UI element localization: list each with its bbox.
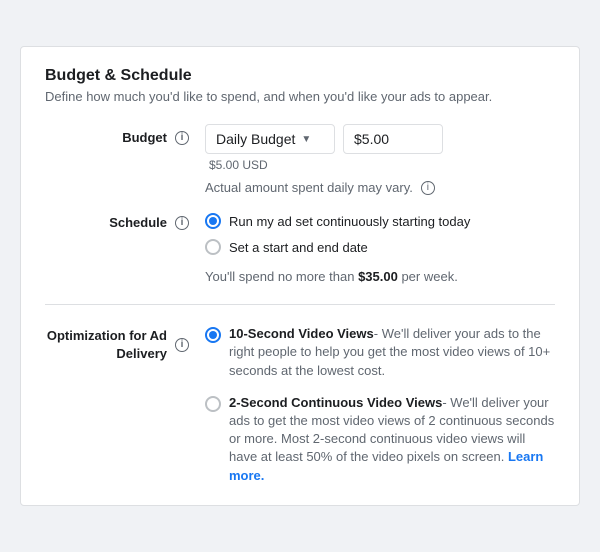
amount-note-text: Actual amount spent daily may vary.	[205, 180, 413, 195]
schedule-radio-group: Run my ad set continuously starting toda…	[205, 213, 555, 255]
weekly-amount: $35.00	[358, 269, 398, 284]
schedule-label: Schedule i	[45, 209, 205, 230]
amount-note: Actual amount spent daily may vary. i	[205, 180, 555, 195]
opt-title-10sec: 10-Second Video Views	[229, 326, 374, 341]
opt-text-10sec: 10-Second Video Views- We'll deliver you…	[229, 325, 555, 380]
opt-radio-10sec[interactable]	[205, 327, 221, 343]
optimization-options: 10-Second Video Views- We'll deliver you…	[205, 325, 555, 485]
opt-title-2sec: 2-Second Continuous Video Views	[229, 395, 442, 410]
optimization-info-icon[interactable]: i	[175, 338, 189, 352]
section-divider	[45, 304, 555, 305]
budget-inputs: Daily Budget ▼	[205, 124, 555, 154]
schedule-option-continuous-label: Run my ad set continuously starting toda…	[229, 214, 470, 229]
budget-schedule-card: Budget & Schedule Define how much you'd …	[20, 46, 580, 506]
budget-amount-input[interactable]	[343, 124, 443, 154]
schedule-radio-start-end[interactable]	[205, 239, 221, 255]
optimization-row: Optimization for Ad Delivery i 10-Second…	[45, 325, 555, 485]
schedule-option-start-end-label: Set a start and end date	[229, 240, 368, 255]
schedule-option-start-end[interactable]: Set a start and end date	[205, 239, 555, 255]
weekly-spend-note: You'll spend no more than $35.00 per wee…	[205, 269, 555, 284]
weekly-prefix: You'll spend no more than	[205, 269, 358, 284]
opt-radio-2sec[interactable]	[205, 396, 221, 412]
budget-currency-note: $5.00 USD	[205, 158, 555, 172]
schedule-info-icon[interactable]: i	[175, 216, 189, 230]
amount-note-info-icon[interactable]: i	[421, 181, 435, 195]
optimization-label: Optimization for Ad Delivery i	[45, 325, 205, 363]
budget-info-icon[interactable]: i	[175, 131, 189, 145]
budget-dropdown-value: Daily Budget	[216, 131, 295, 147]
schedule-radio-continuous[interactable]	[205, 213, 221, 229]
dropdown-arrow-icon: ▼	[301, 134, 311, 145]
weekly-suffix: per week.	[398, 269, 458, 284]
schedule-row: Schedule i Run my ad set continuously st…	[45, 209, 555, 284]
budget-label: Budget i	[45, 124, 205, 145]
section-title: Budget & Schedule	[45, 67, 555, 85]
budget-type-dropdown[interactable]: Daily Budget ▼	[205, 124, 335, 154]
budget-row: Budget i Daily Budget ▼ $5.00 USD Actual…	[45, 124, 555, 195]
section-subtitle: Define how much you'd like to spend, and…	[45, 89, 555, 104]
opt-option-2sec[interactable]: 2-Second Continuous Video Views- We'll d…	[205, 394, 555, 485]
opt-option-10sec[interactable]: 10-Second Video Views- We'll deliver you…	[205, 325, 555, 380]
schedule-content: Run my ad set continuously starting toda…	[205, 209, 555, 284]
schedule-option-continuous[interactable]: Run my ad set continuously starting toda…	[205, 213, 555, 229]
budget-content: Daily Budget ▼ $5.00 USD Actual amount s…	[205, 124, 555, 195]
opt-text-2sec: 2-Second Continuous Video Views- We'll d…	[229, 394, 555, 485]
budget-label-text: Budget	[122, 130, 167, 145]
schedule-label-text: Schedule	[109, 215, 167, 230]
optimization-label-text: Optimization for Ad Delivery	[45, 327, 167, 363]
